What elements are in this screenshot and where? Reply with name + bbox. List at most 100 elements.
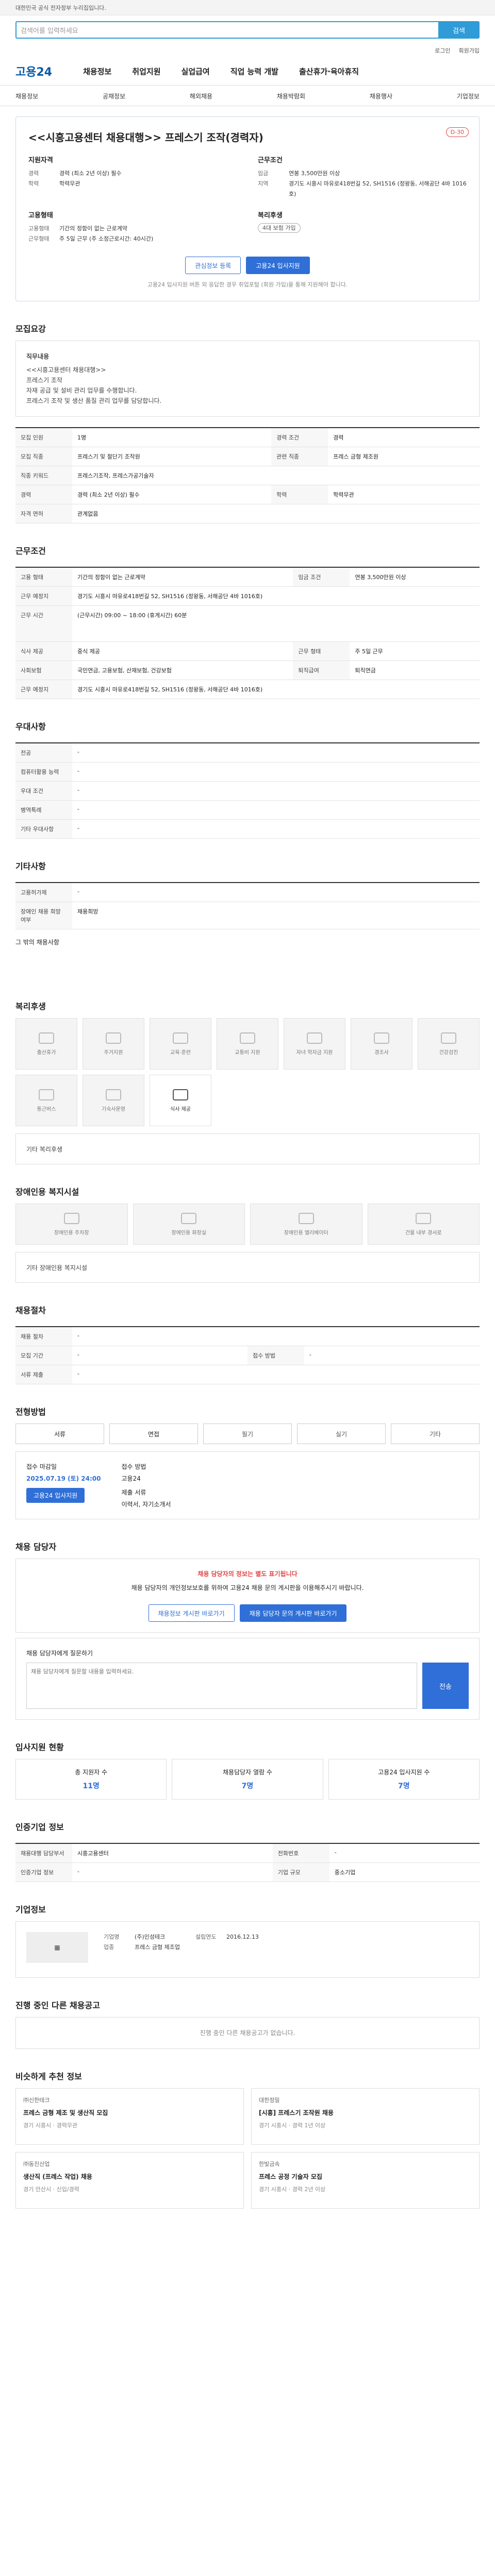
gnb-item[interactable]: 채용정보 [83, 66, 111, 77]
label: 직종 키워드 [15, 466, 72, 485]
label: 채용대행 담당부서 [15, 1843, 72, 1863]
stat-value: 11명 [82, 1782, 100, 1790]
etc-table: 고용허가제 - 장애인 채용 희망 여부 채용희망 [15, 882, 480, 929]
value: 국민연금, 고용보험, 산재보험, 건강보험 [72, 660, 293, 680]
welfare-item: 통근버스 [15, 1075, 77, 1126]
value: 기간의 정함이 없는 근로계약 [72, 567, 293, 587]
value: - [72, 800, 480, 820]
apply-button[interactable]: 고용24 입사지원 [246, 257, 310, 274]
company-logo: ▦ [26, 1932, 88, 1963]
welfare-icon [441, 1032, 456, 1044]
value: 1명 [72, 428, 272, 447]
search-button[interactable]: 검색 [438, 21, 480, 39]
label: 고용허가제 [15, 883, 72, 902]
label: 전화번호 [272, 1843, 329, 1863]
label: 고용형태 [28, 225, 50, 232]
dis-label: 장애인용 화장실 [171, 1230, 207, 1236]
apply-button-2[interactable]: 고용24 입사지원 [26, 1488, 85, 1503]
rec-title: 프레스 공정 기술자 모집 [259, 2173, 322, 2180]
login-link[interactable]: 로그인 [435, 46, 450, 55]
label: 사회보험 [15, 660, 72, 680]
subnav-item[interactable]: 채용박람회 [277, 92, 305, 100]
proc-table: 채용 절차 - 모집 기간 - 접수 방법 - 서류 제출 - [15, 1326, 480, 1384]
welfare-label: 출산휴가 [37, 1049, 56, 1056]
label: 근무형태 [28, 235, 50, 242]
rec-detail: 경기 시흥시 · 경력무관 [23, 2122, 78, 2129]
section-title: 우대사항 [15, 722, 46, 732]
rec-card[interactable]: ㈜동진산업 생산직 (프레스 작업) 채용 경기 안산시 · 신입/경력 [15, 2152, 244, 2209]
welfare-grid: 출산휴가 주거지원 교육·훈련 교통비 지원 자녀 학자금 지원 경조사 건강검… [15, 1018, 480, 1126]
rec-card[interactable]: ㈜신한테크 프레스 금형 제조 및 생산직 모집 경기 시흥시 · 경력무관 [15, 2088, 244, 2145]
welfare-label: 기숙사운영 [102, 1106, 125, 1112]
subnav-item[interactable]: 채용정보 [15, 92, 38, 100]
board-button[interactable]: 채용정보 게시판 바로가기 [148, 1604, 235, 1622]
dis-item: 장애인용 엘리베이터 [250, 1204, 362, 1245]
step: 면접 [109, 1423, 198, 1444]
site-logo[interactable]: 고용24 [15, 63, 52, 79]
label: 지역 [258, 180, 269, 187]
label: 채용 절차 [15, 1327, 72, 1346]
welfare-label: 교통비 지원 [235, 1049, 260, 1056]
label: 서류 제출 [15, 1365, 72, 1384]
company-info: ▦ 기업명 (주)인성테크 업종 프레스 금형 제조업 설립연도 2016.12.13 [15, 1921, 480, 1978]
welfare-tag: 4대 보험 가입 [258, 223, 301, 233]
stats-row: 총 지원자 수 11명 채용담당자 열람 수 7명 고용24 입사지원 수 7명 [15, 1759, 480, 1800]
desc-line: <<시흥고용센터 채용대행>> [26, 366, 106, 374]
subnav-item[interactable]: 해외채용 [190, 92, 212, 100]
welfare-item: 건강검진 [418, 1018, 480, 1070]
label: 모집 기간 [15, 1346, 72, 1365]
rec-card[interactable]: 대한정밀 [시흥] 프레스기 조작원 채용 경기 시흥시 · 경력 1년 이상 [251, 2088, 480, 2145]
gnb-item[interactable]: 직업 능력 개발 [230, 66, 278, 77]
apply-note: 고용24 입사지원 버튼 외 응답한 경우 취업포털 (회원 가입)을 통해 지… [147, 281, 348, 288]
gnb-item[interactable]: 실업급여 [182, 66, 210, 77]
dis-label: 장애인용 주차장 [54, 1230, 89, 1236]
stat-label: 총 지원자 수 [75, 1769, 108, 1776]
scrap-button[interactable]: 관심정보 등록 [185, 257, 241, 274]
subnav-item[interactable]: 공채정보 [103, 92, 125, 100]
section-title: 입사지원 현황 [15, 1742, 64, 1752]
join-link[interactable]: 회원가입 [459, 46, 480, 55]
subnav-item[interactable]: 채용행사 [370, 92, 392, 100]
value: 2016.12.13 [226, 1934, 259, 1940]
label: 임금 조건 [293, 567, 350, 587]
welfare-icon [106, 1032, 121, 1044]
value: 경력 [328, 428, 480, 447]
welfare-icon [106, 1089, 121, 1100]
welfare-label: 자녀 학자금 지원 [296, 1049, 333, 1056]
label: 경력 [15, 485, 72, 504]
gnb-item[interactable]: 출산휴가·육아휴직 [299, 66, 359, 77]
section-title: 인증기업 정보 [15, 1822, 64, 1832]
value: - [329, 1843, 480, 1863]
dis-item: 장애인용 화장실 [133, 1204, 245, 1245]
qna-textarea[interactable] [26, 1663, 417, 1709]
value: 기간의 정함이 없는 근로계약 [59, 225, 127, 232]
welfare-heading: 복리후생 [258, 212, 283, 219]
job-title: <<시흥고용센터 채용대행>> 프레스기 조작(경력자) [28, 131, 263, 144]
value: 경력 (최소 2년 이상) 필수 [72, 485, 272, 504]
restroom-icon [181, 1212, 197, 1224]
welfare-item: 자녀 학자금 지원 [284, 1018, 345, 1070]
label: 업종 [104, 1944, 114, 1951]
rec-detail: 경기 안산시 · 신입/경력 [23, 2186, 79, 2193]
welfare-label: 건강검진 [439, 1049, 458, 1056]
welfare-note: 기타 복리후생 [15, 1133, 480, 1164]
welfare-label: 식사 제공 [170, 1106, 191, 1112]
value: 프레스 금형 제조원 [328, 447, 480, 466]
job-description: 직무내용 <<시흥고용센터 채용대행>> 프레스기 조작 자재 공급 및 설비 … [15, 341, 480, 417]
section-title: 모집요강 [15, 324, 46, 334]
rec-card[interactable]: 한빛금속 프레스 공정 기술자 모집 경기 시흥시 · 경력 2년 이상 [251, 2152, 480, 2209]
qna-board-button[interactable]: 채용 담당자 문의 게시판 바로가기 [239, 1604, 347, 1622]
dis-label: 장애인용 엘리베이터 [284, 1230, 328, 1236]
label: 설립연도 [195, 1934, 217, 1940]
value: 연봉 3,500만원 이상 [350, 567, 480, 587]
label: 우대 조건 [15, 781, 72, 801]
gnb-item[interactable]: 취업지원 [132, 66, 160, 77]
welfare-item: 경조사 [351, 1018, 412, 1070]
search-input[interactable]: 검색어를 입력하세요 [15, 21, 440, 39]
subnav-item[interactable]: 기업정보 [457, 92, 480, 100]
apply-info: 접수 마감일 2025.07.19 (토) 24:00 고용24 입사지원 접수… [15, 1451, 480, 1519]
label: 모집 인원 [15, 428, 72, 447]
qna-send-button[interactable]: 전송 [422, 1663, 469, 1709]
gov-notice: 대한민국 공식 전자정부 누리집입니다. [15, 5, 106, 11]
label: 기업명 [104, 1934, 120, 1940]
